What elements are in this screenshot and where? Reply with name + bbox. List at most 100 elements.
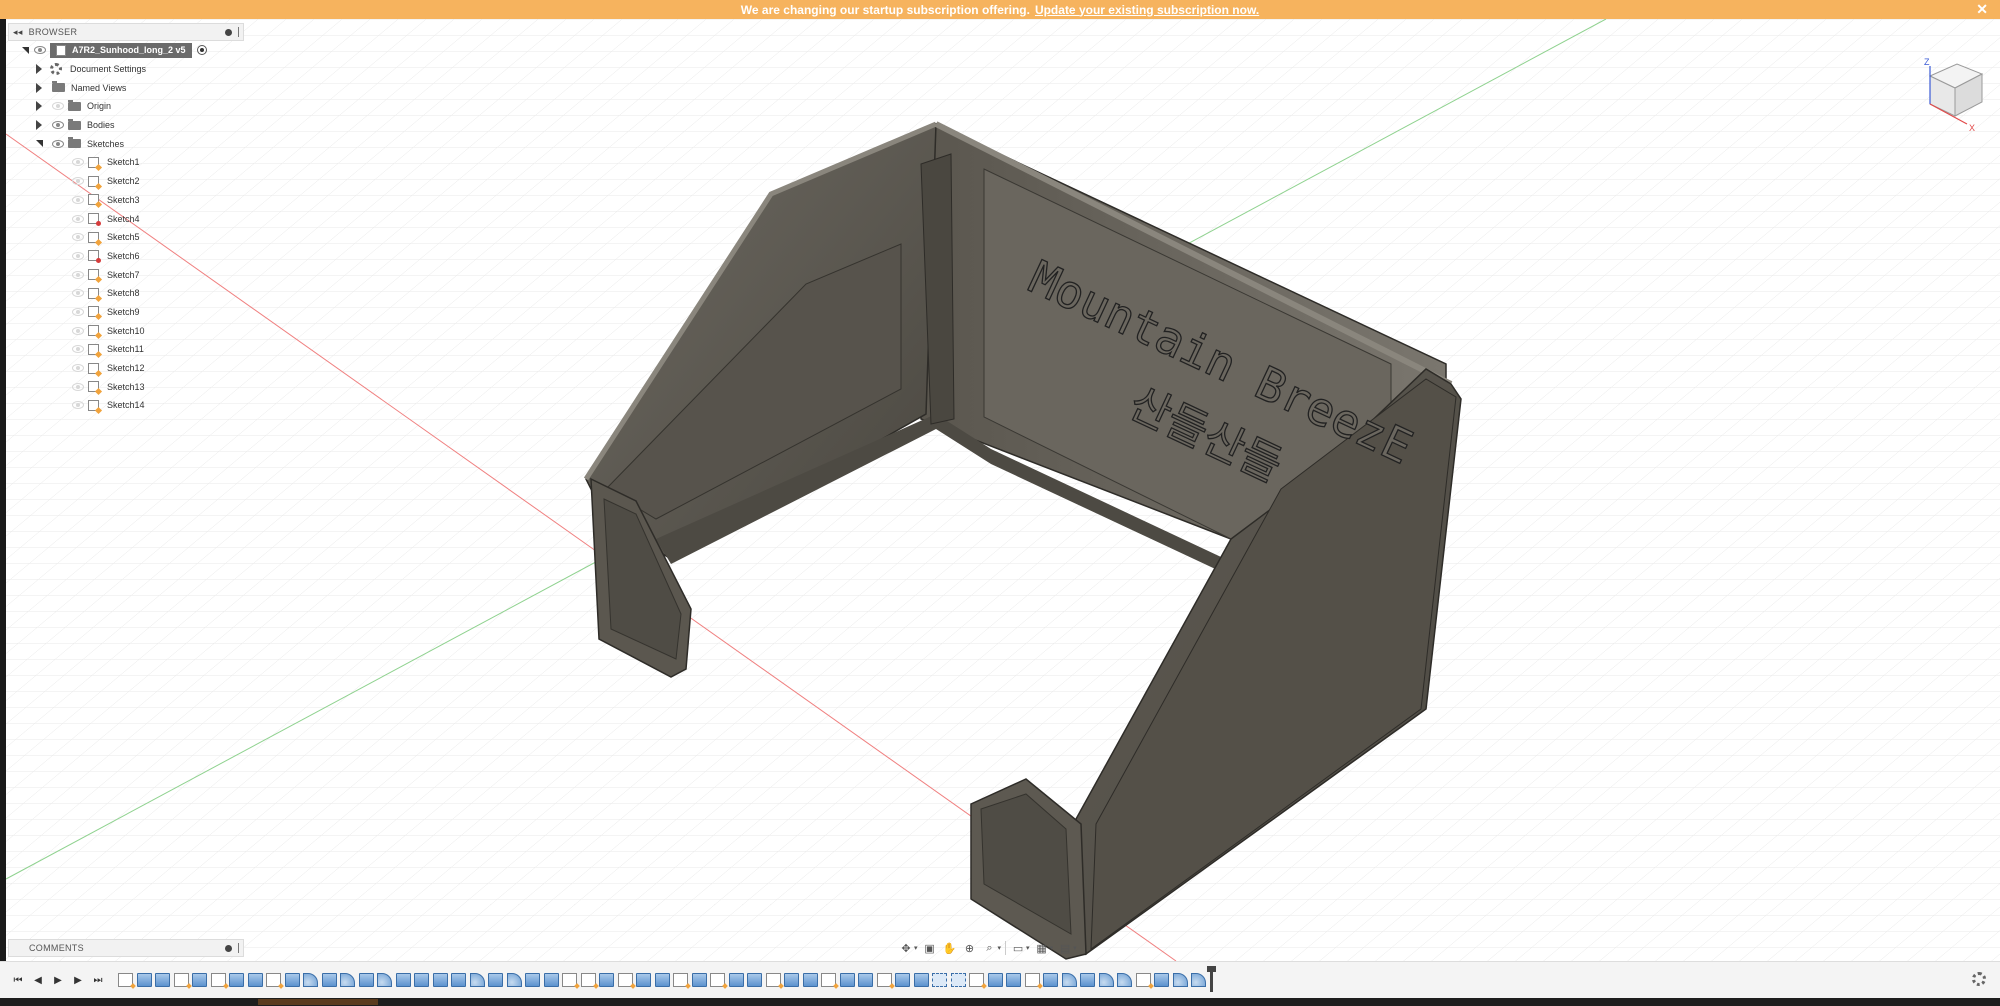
sketch-feature-icon[interactable] [210,973,226,987]
fillet-feature-icon[interactable] [506,973,522,987]
sketch-item[interactable]: Sketch5 [8,228,244,247]
visibility-eye-icon[interactable] [52,121,64,130]
visibility-eye-icon[interactable] [72,177,84,186]
tree-root[interactable]: A7R2_Sunhood_long_2 v5 [8,41,244,60]
tree-item-sketches[interactable]: Sketches [8,134,244,153]
fillet-feature-icon[interactable] [377,973,392,987]
look-at-icon[interactable]: ▣ [922,940,938,956]
sketch-feature-icon[interactable] [580,973,596,987]
extrude-feature-icon[interactable] [691,973,707,987]
extrude-feature-icon[interactable] [858,973,873,987]
viewports-icon[interactable]: ▤ [1057,940,1073,956]
visibility-eye-icon[interactable] [72,214,84,223]
visibility-eye-icon[interactable] [72,233,84,242]
extrude-feature-icon[interactable] [358,973,374,987]
sketch-item[interactable]: Sketch14 [8,396,244,415]
root-component-label[interactable]: A7R2_Sunhood_long_2 v5 [50,42,192,58]
extrude-feature-icon[interactable] [229,973,244,987]
visibility-eye-icon[interactable] [34,46,46,55]
visibility-eye-icon[interactable] [52,102,64,111]
sketch-feature-icon[interactable] [876,973,892,987]
grid-icon[interactable]: ▦ [1034,940,1050,956]
sketch-item[interactable]: Sketch4 [8,209,244,228]
sketch-item[interactable]: Sketch3 [8,191,244,210]
extrude-feature-icon[interactable] [839,973,855,987]
update-subscription-link[interactable]: Update your existing subscription now. [1035,3,1259,17]
visibility-eye-icon[interactable] [72,382,84,391]
extrude-feature-icon[interactable] [1043,973,1058,987]
extrude-feature-icon[interactable] [636,973,651,987]
expand-arrow-icon[interactable] [34,64,44,75]
sketch-item[interactable]: Sketch2 [8,172,244,191]
fillet-feature-icon[interactable] [340,973,355,987]
fillet-feature-icon[interactable] [469,973,485,987]
extrude-feature-icon[interactable] [987,973,1003,987]
expand-arrow-icon[interactable] [34,120,44,131]
fillet-feature-icon[interactable] [1098,973,1114,987]
next-icon[interactable]: ▶ [72,974,84,986]
extrude-feature-icon[interactable] [784,973,799,987]
visibility-eye-icon[interactable] [52,139,64,148]
play-icon[interactable]: ▶ [52,974,64,986]
sketch-item[interactable]: Sketch9 [8,303,244,322]
extrude-feature-icon[interactable] [395,973,411,987]
expand-arrow-icon[interactable] [34,82,44,93]
visibility-eye-icon[interactable] [72,251,84,260]
viewcube[interactable]: Z X [1912,54,1992,134]
visibility-eye-icon[interactable] [72,326,84,335]
fillet-feature-icon[interactable] [303,973,318,987]
extrude-feature-icon[interactable] [654,973,670,987]
sketch-feature-icon[interactable] [821,973,836,987]
add-comment-icon[interactable] [225,944,232,952]
sketch-item[interactable]: Sketch8 [8,284,244,303]
extrude-feature-icon[interactable] [913,973,929,987]
extrude-feature-icon[interactable] [247,973,263,987]
pattern-feature-icon[interactable] [950,973,966,987]
sketch-feature-icon[interactable] [969,973,984,987]
fit-icon[interactable]: ⌕ [982,940,998,956]
tree-item-named-views[interactable]: Named Views [8,78,244,97]
extrude-feature-icon[interactable] [136,973,152,987]
extrude-feature-icon[interactable] [525,973,540,987]
orbit-icon[interactable]: ✥ [898,940,914,956]
expand-arrow-icon[interactable] [20,45,30,55]
sketch-item[interactable]: Sketch10 [8,321,244,340]
pattern-feature-icon[interactable] [932,973,947,987]
sketch-item[interactable]: Sketch1 [8,153,244,172]
fillet-feature-icon[interactable] [1117,973,1132,987]
tree-item-origin[interactable]: Origin [8,97,244,116]
sketch-feature-icon[interactable] [173,973,189,987]
extrude-feature-icon[interactable] [155,973,170,987]
sketch-item[interactable]: Sketch6 [8,247,244,266]
collapse-panel-icon[interactable]: ◂◂ [13,27,23,38]
extrude-feature-icon[interactable] [414,973,429,987]
sketch-feature-icon[interactable] [266,973,281,987]
zoom-icon[interactable]: ⊕ [962,940,978,956]
panel-options-icon[interactable] [225,28,232,36]
sketch-feature-icon[interactable] [1135,973,1151,987]
extrude-feature-icon[interactable] [1080,973,1095,987]
display-settings-icon[interactable]: ▭ [1010,940,1026,956]
sketch-feature-icon[interactable] [765,973,781,987]
visibility-eye-icon[interactable] [72,195,84,204]
sketch-feature-icon[interactable] [118,973,133,987]
sketch-feature-icon[interactable] [1024,973,1040,987]
extrude-feature-icon[interactable] [488,973,503,987]
activate-component-icon[interactable] [196,45,207,56]
visibility-eye-icon[interactable] [72,401,84,410]
sketch-feature-icon[interactable] [673,973,688,987]
sketch-item[interactable]: Sketch13 [8,377,244,396]
extrude-feature-icon[interactable] [284,973,300,987]
extrude-feature-icon[interactable] [321,973,337,987]
visibility-eye-icon[interactable] [72,289,84,298]
expand-arrow-icon[interactable] [34,139,44,149]
sketch-item[interactable]: Sketch11 [8,340,244,359]
sketch-feature-icon[interactable] [710,973,725,987]
extrude-feature-icon[interactable] [728,973,744,987]
first-icon[interactable]: ⏮ [12,974,24,986]
extrude-feature-icon[interactable] [543,973,559,987]
tree-item-document-settings[interactable]: Document Settings [8,60,244,79]
visibility-eye-icon[interactable] [72,158,84,167]
extrude-feature-icon[interactable] [432,973,448,987]
canvas-viewport[interactable]: Mountain BreezE 산들산들 Z X [6,19,2000,961]
